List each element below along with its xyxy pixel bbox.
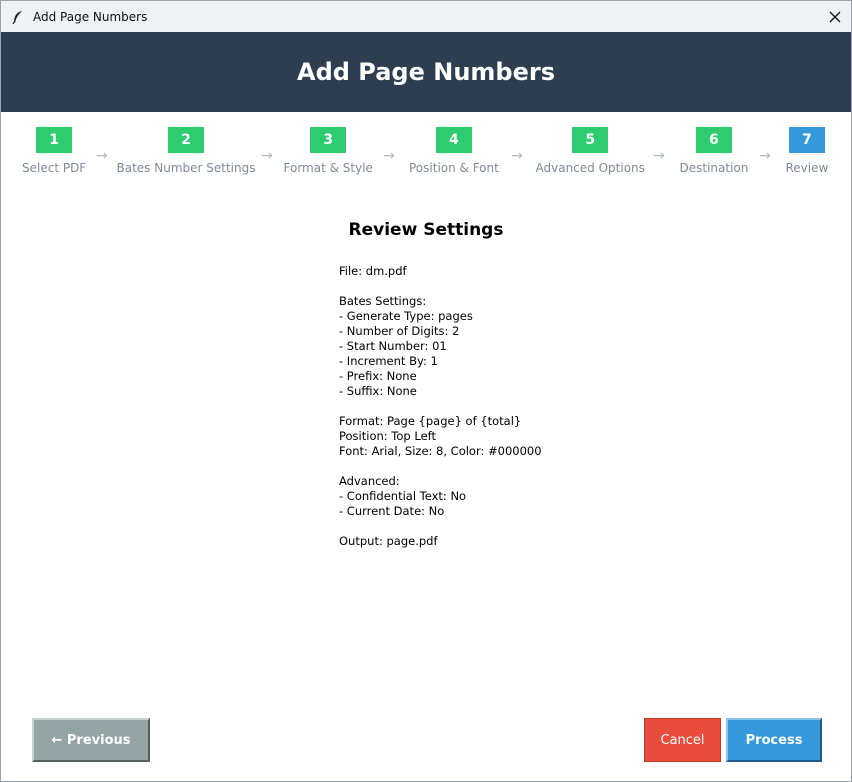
close-icon: [829, 11, 841, 22]
summary-line: - Confidential Text: No: [339, 489, 467, 503]
step-number-badge: 6: [695, 127, 732, 153]
step-label: Review: [785, 161, 829, 175]
summary-line: - Start Number: 01: [339, 339, 447, 353]
step-number-badge: 2: [167, 127, 204, 153]
summary-line: - Increment By: 1: [339, 354, 438, 368]
step-label: Select PDF: [22, 161, 87, 175]
step-2: 2 Bates Number Settings: [116, 127, 256, 175]
cancel-button[interactable]: Cancel: [644, 718, 721, 762]
step-number-badge: 7: [788, 127, 825, 153]
step-7: 7 Review: [785, 127, 829, 175]
step-indicator: 1 Select PDF 2 Bates Number Settings 3 Format…: [1, 112, 851, 192]
wizard-header: Add Page Numbers: [1, 32, 851, 112]
step-label: Bates Number Settings: [116, 161, 256, 175]
review-summary: File: dm.pdf Bates Settings: - Generate T…: [339, 264, 542, 549]
step-number-badge: 3: [310, 127, 347, 153]
step-3: 3 Format & Style: [284, 127, 373, 175]
review-title: Review Settings: [348, 220, 504, 240]
summary-line: [339, 519, 542, 534]
summary-line: - Current Date: No: [339, 504, 445, 518]
close-button[interactable]: [819, 1, 851, 32]
step-number-badge: 5: [572, 127, 609, 153]
summary-line: - Generate Type: pages: [339, 309, 473, 323]
summary-line: Advanced:: [339, 474, 400, 488]
process-button[interactable]: Process: [726, 718, 822, 762]
window-title: Add Page Numbers: [33, 9, 148, 24]
step-6: 6 Destination: [679, 127, 749, 175]
step-label: Advanced Options: [535, 161, 645, 175]
previous-button[interactable]: ← Previous: [32, 718, 150, 762]
step-label: Format & Style: [283, 161, 373, 175]
step-arrow-icon: →: [653, 148, 665, 164]
step-5: 5 Advanced Options: [536, 127, 645, 175]
summary-line: [339, 399, 542, 414]
step-number-badge: 1: [36, 127, 73, 153]
summary-line: Output: page.pdf: [339, 534, 438, 548]
step-arrow-icon: →: [511, 148, 523, 164]
step-arrow-icon: →: [759, 148, 771, 164]
step-number-badge: 4: [435, 127, 472, 153]
step-label: Position & Font: [409, 161, 499, 175]
summary-line: Bates Settings:: [339, 294, 427, 308]
step-arrow-icon: →: [383, 148, 395, 164]
step-1: 1 Select PDF: [22, 127, 86, 175]
page-title: Add Page Numbers: [297, 58, 555, 86]
summary-line: [339, 459, 542, 474]
summary-line: Position: Top Left: [339, 429, 437, 443]
summary-line: Format: Page {page} of {total}: [339, 414, 522, 428]
summary-line: - Number of Digits: 2: [339, 324, 460, 338]
title-bar: Add Page Numbers: [1, 1, 851, 32]
step-arrow-icon: →: [261, 148, 273, 164]
summary-line: Font: Arial, Size: 8, Color: #000000: [339, 444, 542, 458]
dialog-window: Add Page Numbers Add Page Numbers 1 Selec…: [0, 0, 852, 782]
step-arrow-icon: →: [96, 148, 108, 164]
summary-line: - Suffix: None: [339, 384, 417, 398]
step-4: 4 Position & Font: [409, 127, 499, 175]
step-label: Destination: [679, 161, 749, 175]
summary-line: File: dm.pdf: [339, 264, 407, 278]
feather-icon: [11, 10, 25, 24]
summary-line: - Prefix: None: [339, 369, 417, 383]
summary-line: [339, 279, 542, 294]
